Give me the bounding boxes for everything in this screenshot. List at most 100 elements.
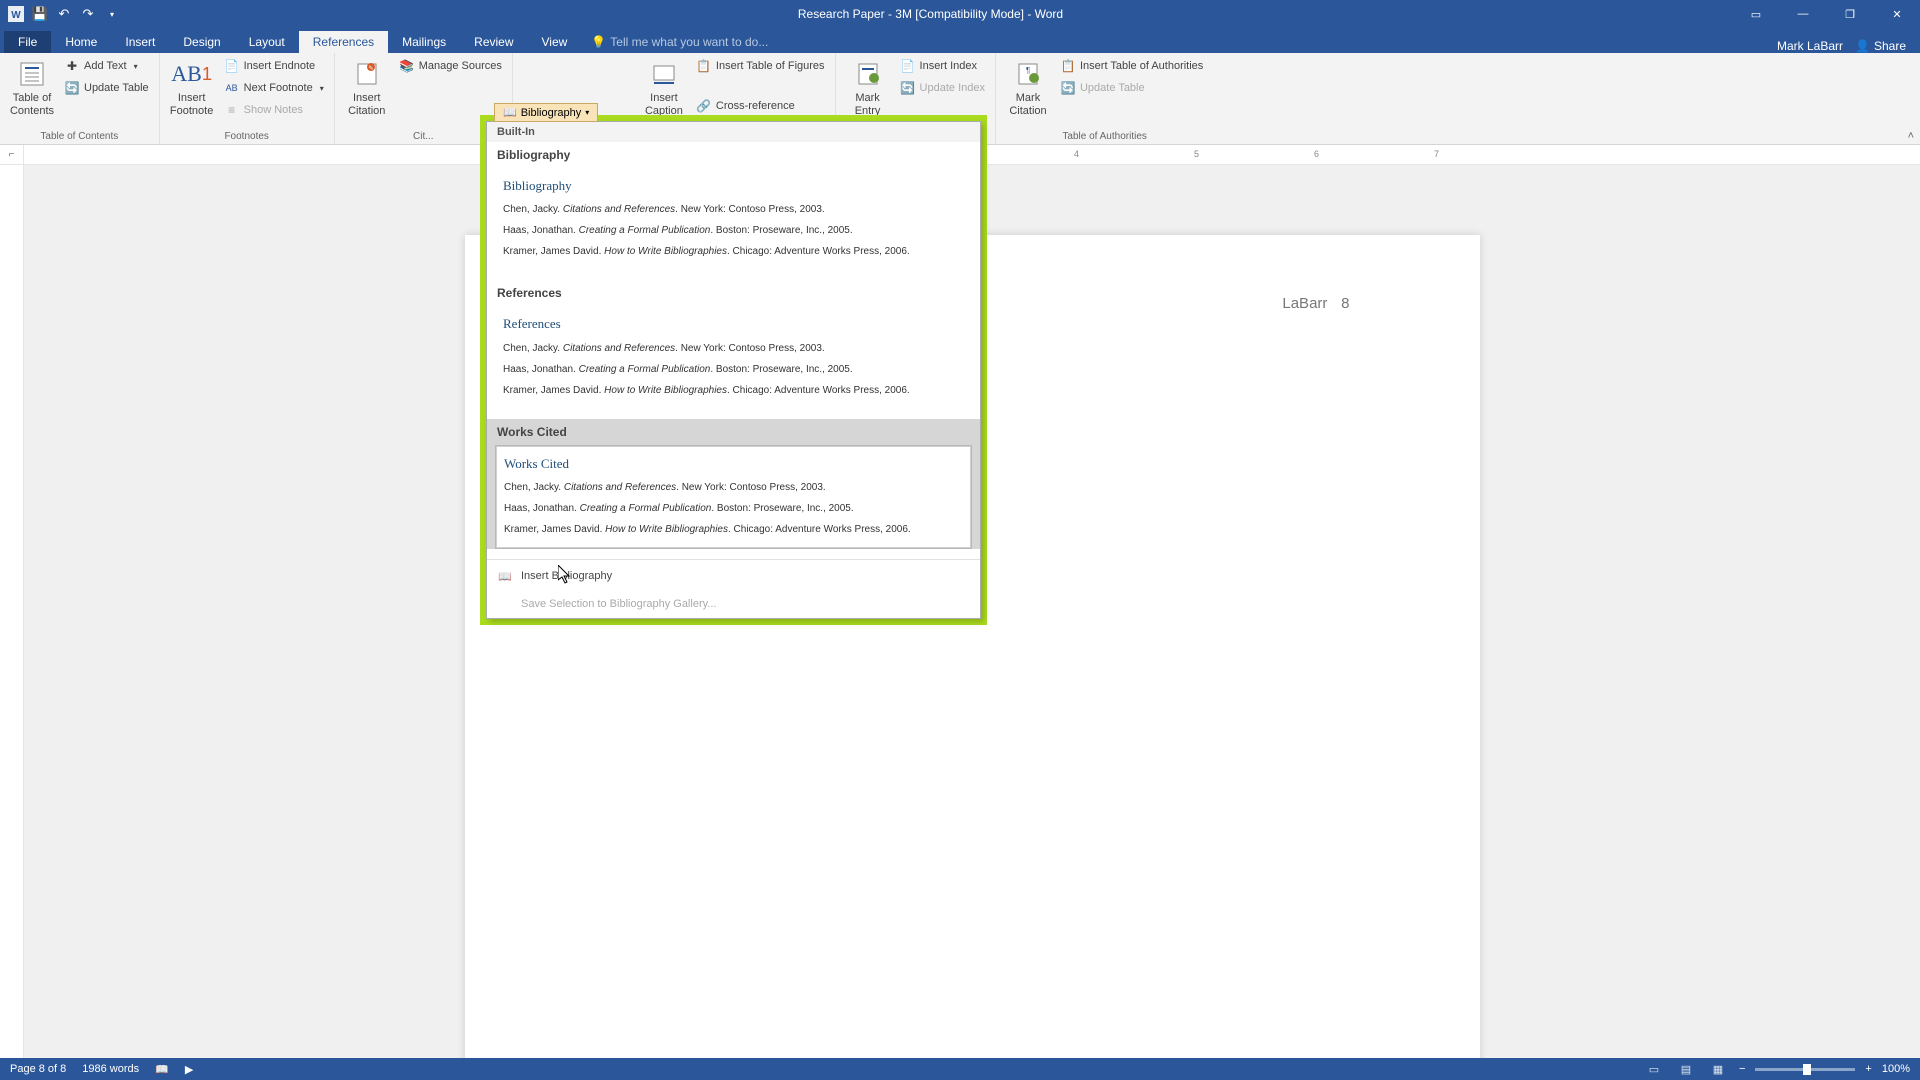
vertical-scrollbar[interactable]	[1904, 165, 1920, 1058]
insert-bibliography-item[interactable]: 📖 Insert Bibliography	[487, 562, 980, 590]
table-of-contents-button[interactable]: Table of Contents	[6, 56, 58, 129]
web-layout-icon[interactable]: ▦	[1707, 1060, 1729, 1078]
e2r: . Chicago: Adventure Works Press, 2006.	[727, 246, 910, 257]
e0w: Citations and References	[563, 204, 675, 215]
e1a: Haas, Jonathan.	[503, 225, 576, 236]
e2w: How to Write Bibliographies	[604, 246, 727, 257]
tab-view[interactable]: View	[528, 31, 582, 53]
user-name[interactable]: Mark LaBarr	[1777, 39, 1843, 53]
dd-item-references[interactable]: References References Chen, Jacky. Citat…	[487, 280, 980, 408]
tab-home[interactable]: Home	[51, 31, 111, 53]
w1r: . Boston: Proseware, Inc., 2005.	[711, 503, 853, 514]
page-header: LaBarr 8	[1272, 295, 1349, 313]
manage-sources-button[interactable]: 📚Manage Sources	[395, 56, 506, 76]
tab-mailings[interactable]: Mailings	[388, 31, 460, 53]
word-icon: W	[8, 6, 24, 22]
citation-icon: ✎	[351, 58, 383, 90]
dd-item-bibliography[interactable]: Bibliography Bibliography Chen, Jacky. C…	[487, 142, 980, 270]
qat-more-icon[interactable]: ▾	[104, 6, 120, 22]
mark-citation-label: Mark Citation	[1009, 92, 1046, 118]
spell-check-icon[interactable]: 📖	[155, 1063, 169, 1076]
share-button[interactable]: 👤 Share	[1855, 39, 1906, 53]
dd-preview-title-0: Bibliography	[503, 174, 964, 197]
minimize-icon[interactable]: —	[1780, 0, 1826, 28]
macro-icon[interactable]: ▶	[185, 1063, 193, 1076]
zoom-slider[interactable]	[1755, 1068, 1855, 1071]
update-table-button[interactable]: 🔄Update Table	[60, 78, 153, 98]
mark-citation-icon: ¶	[1012, 58, 1044, 90]
group-footnotes: AB1 Insert Footnote 📄Insert Endnote ABNe…	[160, 53, 335, 144]
dd-item-bibliography-preview: Bibliography Chen, Jacky. Citations and …	[495, 168, 972, 270]
insert-toa-button[interactable]: 📋Insert Table of Authorities	[1056, 56, 1207, 76]
add-text-button[interactable]: ✚Add Text▾	[60, 56, 153, 76]
tab-insert[interactable]: Insert	[111, 31, 169, 53]
save-icon[interactable]: 💾	[32, 6, 48, 22]
save-gallery-item: Save Selection to Bibliography Gallery..…	[487, 590, 980, 618]
toc-icon	[16, 58, 48, 90]
maximize-icon[interactable]: ❐	[1827, 0, 1873, 28]
insert-index-icon: 📄	[900, 58, 916, 74]
next-footnote-label: Next Footnote	[244, 82, 313, 94]
tab-design[interactable]: Design	[169, 31, 234, 53]
dd-item-works-cited[interactable]: Works Cited Works Cited Chen, Jacky. Cit…	[487, 419, 980, 549]
dd-item-references-header: References	[487, 280, 980, 302]
lightbulb-icon: 💡	[591, 35, 606, 49]
tell-me-search[interactable]: 💡 Tell me what you want to do...	[581, 31, 778, 53]
close-icon[interactable]: ✕	[1874, 0, 1920, 28]
word-count[interactable]: 1986 words	[82, 1063, 139, 1075]
svg-text:¶: ¶	[1026, 66, 1030, 75]
undo-icon[interactable]: ↶	[56, 6, 72, 22]
save-gallery-label: Save Selection to Bibliography Gallery..…	[521, 598, 716, 610]
highlight-annotation: Built-In Bibliography Bibliography Chen,…	[480, 115, 987, 625]
w2a: Kramer, James David.	[504, 524, 602, 535]
r0a: Chen, Jacky.	[503, 343, 560, 354]
update-label: Update Table	[84, 82, 149, 94]
citation-label: Insert Citation	[348, 92, 385, 118]
dd-item-references-preview: References Chen, Jacky. Citations and Re…	[495, 306, 972, 408]
e1r: . Boston: Proseware, Inc., 2005.	[710, 225, 852, 236]
collapse-ribbon-icon[interactable]: ˄	[1908, 130, 1914, 142]
mark-citation-button[interactable]: ¶ Mark Citation	[1002, 56, 1054, 129]
share-icon: 👤	[1855, 39, 1870, 53]
zoom-level[interactable]: 100%	[1882, 1063, 1910, 1075]
show-notes-button[interactable]: ≡Show Notes	[220, 100, 328, 120]
save-gallery-icon	[497, 596, 513, 612]
zoom-in-icon[interactable]: +	[1865, 1063, 1871, 1075]
tab-file[interactable]: File	[4, 31, 51, 53]
group-toc-label: Table of Contents	[6, 129, 153, 144]
update-index-button: 🔄Update Index	[896, 78, 989, 98]
manage-sources-icon: 📚	[399, 58, 415, 74]
vertical-ruler[interactable]	[0, 165, 24, 1058]
cross-reference-button[interactable]: 🔗Cross-reference	[692, 96, 829, 116]
read-mode-icon[interactable]: ▭	[1643, 1060, 1665, 1078]
insert-footnote-button[interactable]: AB1 Insert Footnote	[166, 56, 218, 129]
tab-references[interactable]: References	[299, 31, 388, 53]
insert-bib-icon: 📖	[497, 568, 513, 584]
page-status[interactable]: Page 8 of 8	[10, 1063, 66, 1075]
insert-index-button[interactable]: 📄 Insert Index	[896, 56, 989, 76]
zoom-thumb[interactable]	[1803, 1064, 1811, 1075]
next-footnote-button[interactable]: ABNext Footnote▾	[220, 78, 328, 98]
bibliography-button[interactable]: 📖 Bibliography ▾	[494, 103, 598, 122]
insert-index-label: Insert Index	[920, 60, 977, 72]
tab-review[interactable]: Review	[460, 31, 527, 53]
bibliography-dropdown: Built-In Bibliography Bibliography Chen,…	[486, 121, 981, 619]
share-label: Share	[1874, 39, 1906, 53]
insert-tof-button[interactable]: 📋Insert Table of Figures	[692, 56, 829, 76]
print-layout-icon[interactable]: ▤	[1675, 1060, 1697, 1078]
w2r: . Chicago: Adventure Works Press, 2006.	[728, 524, 911, 535]
footnote-label: Insert Footnote	[170, 92, 213, 118]
ribbon-display-icon[interactable]: ▭	[1733, 0, 1779, 28]
tab-selector[interactable]: ⌐	[0, 145, 24, 164]
insert-citation-button[interactable]: ✎ Insert Citation	[341, 56, 393, 129]
update-toa-label: Update Table	[1080, 82, 1145, 94]
svg-text:✎: ✎	[368, 65, 373, 72]
insert-endnote-button[interactable]: 📄Insert Endnote	[220, 56, 328, 76]
endnote-label: Insert Endnote	[244, 60, 316, 72]
ribbon-tabs: File Home Insert Design Layout Reference…	[0, 28, 1920, 53]
redo-icon[interactable]: ↷	[80, 6, 96, 22]
zoom-out-icon[interactable]: −	[1739, 1063, 1745, 1075]
tab-layout[interactable]: Layout	[235, 31, 299, 53]
quick-access-toolbar: W 💾 ↶ ↷ ▾	[0, 6, 128, 22]
r2a: Kramer, James David.	[503, 385, 601, 396]
